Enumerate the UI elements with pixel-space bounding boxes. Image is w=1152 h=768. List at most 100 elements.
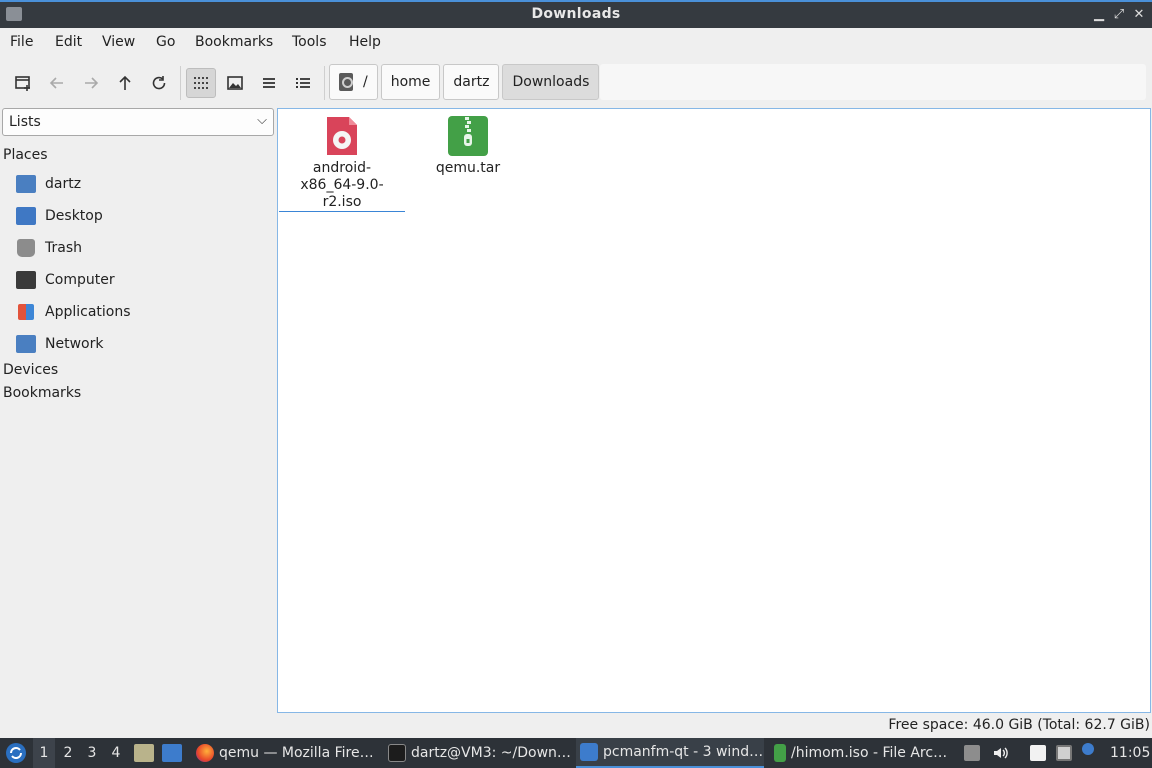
file-item-qemu-tar[interactable]: qemu.tar <box>405 115 531 177</box>
start-menu-button[interactable] <box>4 738 28 768</box>
arrow-right-icon <box>85 77 99 89</box>
sidebar-item-label: Computer <box>45 272 115 288</box>
computer-icon <box>16 271 36 289</box>
compact-view-button[interactable] <box>254 68 284 98</box>
breadcrumb-label: / <box>363 74 368 90</box>
desktop-icon <box>16 207 36 225</box>
network-folder-icon <box>16 335 36 353</box>
disc-image-icon <box>327 117 357 155</box>
trash-icon <box>17 239 35 257</box>
sidebar-item-trash[interactable]: Trash <box>16 235 82 261</box>
toolbar-separator <box>324 66 325 100</box>
home-folder-icon <box>16 175 36 193</box>
task-pcmanfm[interactable]: pcmanfm-qt - 3 wind… <box>576 738 764 768</box>
breadcrumb-root[interactable]: / <box>329 64 378 100</box>
menu-edit[interactable]: Edit <box>55 34 82 50</box>
new-tab-button[interactable] <box>8 68 38 98</box>
sidebar-item-label: Desktop <box>45 208 103 224</box>
workspace-4[interactable]: 4 <box>105 738 127 768</box>
show-desktop-icon <box>162 744 182 762</box>
notification-icon[interactable] <box>1082 743 1094 755</box>
detail-list-icon <box>296 78 310 88</box>
menu-tools[interactable]: Tools <box>292 34 327 50</box>
task-label: pcmanfm-qt - 3 wind… <box>603 744 764 760</box>
reload-button[interactable] <box>144 68 174 98</box>
archive-icon <box>448 116 488 156</box>
path-bar-empty-area[interactable] <box>600 64 1146 100</box>
sidebar-item-applications[interactable]: Applications <box>16 299 131 325</box>
grid-icon <box>194 77 208 89</box>
menu-file[interactable]: File <box>10 34 33 50</box>
workspace-3[interactable]: 3 <box>81 738 103 768</box>
menu-bookmarks[interactable]: Bookmarks <box>195 34 273 50</box>
breadcrumb-downloads[interactable]: Downloads <box>502 64 600 100</box>
menu-bar: File Edit View Go Bookmarks Tools Help <box>0 28 1152 58</box>
quicklaunch-desktop[interactable] <box>162 738 182 768</box>
image-icon <box>227 76 243 90</box>
file-name-line: android- <box>312 160 372 176</box>
sidebar-item-label: Trash <box>45 240 82 256</box>
task-label: dartz@VM3: ~/Down… <box>411 745 571 761</box>
status-bar: Free space: 46.0 GiB (Total: 62.7 GiB) <box>0 714 1152 738</box>
devices-header[interactable]: Devices <box>3 362 58 378</box>
network-icon[interactable] <box>1056 745 1072 761</box>
archive-icon <box>774 744 786 762</box>
task-label: /himom.iso - File Arc… <box>791 745 948 761</box>
toolbar-separator <box>180 66 181 100</box>
file-manager-icon <box>134 744 154 762</box>
sidebar-item-network[interactable]: Network <box>16 331 103 357</box>
bookmarks-header[interactable]: Bookmarks <box>3 385 81 401</box>
sidebar-item-label: Applications <box>45 304 131 320</box>
task-label: qemu — Mozilla Fire… <box>219 745 374 761</box>
forward-button[interactable] <box>76 68 106 98</box>
tray-arrow-icon[interactable] <box>964 745 980 761</box>
close-button[interactable]: ✕ <box>1130 6 1148 24</box>
minimize-button[interactable]: ▁ <box>1090 6 1108 24</box>
sidebar-mode-select[interactable]: Lists ⌵ <box>2 108 274 136</box>
list-icon <box>263 78 275 88</box>
icon-view-button[interactable] <box>186 68 216 98</box>
thumbnail-view-button[interactable] <box>220 68 250 98</box>
sidebar-item-computer[interactable]: Computer <box>16 267 115 293</box>
sidebar-item-label: dartz <box>45 176 82 192</box>
reload-icon <box>152 76 166 90</box>
task-file-archiver[interactable]: /himom.iso - File Arc… <box>770 738 954 768</box>
lxqt-logo-icon <box>6 743 26 763</box>
firefox-icon <box>196 744 214 762</box>
sidebar-item-label: Network <box>45 336 104 352</box>
window-title: Downloads <box>531 6 621 22</box>
folder-icon <box>580 743 598 761</box>
sidebar-mode-value: Lists <box>9 114 41 130</box>
sidebar-item-desktop[interactable]: Desktop <box>16 203 103 229</box>
task-firefox[interactable]: qemu — Mozilla Fire… <box>192 738 378 768</box>
file-name-line: x86_64-9.0-r2.iso <box>300 177 384 210</box>
file-name: qemu.tar <box>435 160 501 176</box>
title-bar: Downloads ▁ ⤢ ✕ <box>0 0 1152 28</box>
workspace-1[interactable]: 1 <box>33 738 55 768</box>
breadcrumb-home[interactable]: home <box>380 64 441 100</box>
sidebar-item-dartz[interactable]: dartz <box>16 171 81 197</box>
clock[interactable]: 11:05 <box>1110 738 1150 768</box>
clipboard-icon[interactable] <box>1030 745 1046 761</box>
menu-go[interactable]: Go <box>156 34 175 50</box>
maximize-button[interactable]: ⤢ <box>1110 6 1128 24</box>
breadcrumb-dartz[interactable]: dartz <box>443 64 500 100</box>
volume-icon[interactable] <box>992 745 1008 761</box>
terminal-icon <box>388 744 406 762</box>
drive-icon <box>339 73 353 91</box>
file-view[interactable]: android- x86_64-9.0-r2.iso qemu.tar <box>277 108 1151 713</box>
file-item-android-iso[interactable]: android- x86_64-9.0-r2.iso <box>279 115 405 212</box>
task-terminal[interactable]: dartz@VM3: ~/Down… <box>384 738 572 768</box>
back-button[interactable] <box>42 68 72 98</box>
chevron-down-icon: ⌵ <box>257 113 267 128</box>
sidebar: Lists ⌵ Places dartz Desktop Trash Compu… <box>0 106 276 712</box>
quicklaunch-files[interactable] <box>134 738 154 768</box>
menu-help[interactable]: Help <box>349 34 381 50</box>
detailed-view-button[interactable] <box>288 68 318 98</box>
up-button[interactable] <box>110 68 140 98</box>
free-space-label: Free space: 46.0 GiB (Total: 62.7 GiB) <box>888 717 1150 733</box>
workspace-2[interactable]: 2 <box>57 738 79 768</box>
menu-view[interactable]: View <box>102 34 135 50</box>
places-header[interactable]: Places <box>3 147 48 163</box>
breadcrumb: / home dartz Downloads <box>329 64 600 100</box>
